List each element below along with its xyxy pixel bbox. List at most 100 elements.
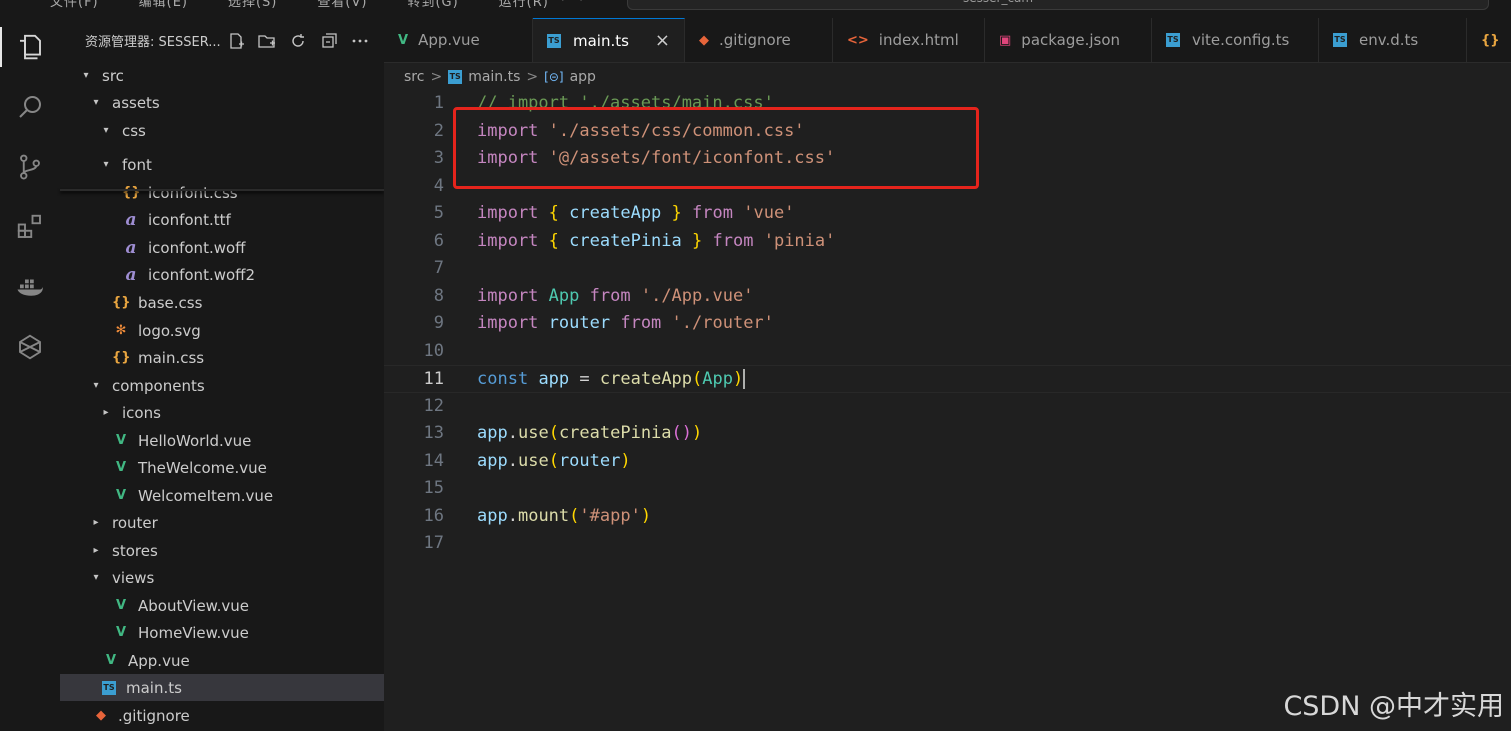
line-number: 11 [423, 369, 444, 389]
tree-item[interactable]: ▾ css [60, 117, 384, 144]
docker-icon[interactable] [0, 263, 60, 311]
chevron-down-icon[interactable]: ▾ [100, 159, 112, 170]
breadcrumb-separator: > [430, 69, 443, 85]
tab-env-d-ts[interactable]: TS env.d.ts [1319, 18, 1467, 62]
code-line[interactable]: 9 import router from './router' [384, 310, 1511, 338]
tree-item[interactable]: ▾ assets [60, 89, 384, 116]
tree-item[interactable]: a iconfont.woff2 [60, 261, 384, 288]
tree-item[interactable]: V HelloWorld.vue [60, 427, 384, 454]
tab-overflow[interactable]: {} [1467, 18, 1511, 62]
editor-tabs: V App.vue TS main.ts × ◆ .gitignore <> index.htm… [384, 18, 1511, 63]
code-line[interactable]: 6 import { createPinia } from 'pinia' [384, 228, 1511, 256]
tree-item[interactable]: ▾ components [60, 372, 384, 399]
tree-item-label: font [122, 155, 152, 174]
tree-item-label: App.vue [128, 651, 190, 670]
tree-item-label: .gitignore [118, 706, 190, 725]
tree-item[interactable]: ▾ views [60, 564, 384, 591]
breadcrumb-file[interactable]: main.ts [468, 69, 520, 85]
close-icon[interactable]: × [655, 30, 670, 51]
code-line[interactable]: 5 import { createApp } from 'vue' [384, 200, 1511, 228]
menu-view[interactable]: 查看(V) [317, 0, 367, 10]
watermark: CSDN @中才实用 [1283, 691, 1504, 722]
tree-item[interactable]: a iconfont.woff [60, 234, 384, 261]
line-number: 9 [433, 313, 444, 333]
nav-arrows[interactable]: ← → [560, 0, 584, 5]
chevron-down-icon[interactable]: ▾ [100, 125, 112, 136]
collapse-icon[interactable] [318, 30, 339, 51]
tab-vite-config-ts[interactable]: TS vite.config.ts [1152, 18, 1319, 62]
extensions-icon[interactable] [0, 203, 60, 251]
tree-item[interactable]: ▸ router [60, 509, 384, 536]
json-file-icon: {} [1481, 32, 1500, 48]
chevron-right-icon[interactable]: ▸ [90, 517, 102, 528]
tree-item[interactable]: a iconfont.ttf [60, 206, 384, 233]
tree-item[interactable]: ▾ src [60, 62, 384, 89]
explorer-icon[interactable] [0, 23, 60, 71]
code-line[interactable]: 13 app.use(createPinia()) [384, 420, 1511, 448]
menu-edit[interactable]: 编辑(E) [139, 0, 188, 10]
tree-item[interactable]: {} base.css [60, 289, 384, 316]
tree-item-label: views [112, 568, 155, 587]
chevron-right-icon[interactable]: ▸ [100, 407, 112, 418]
typescript-file-icon: TS [547, 33, 561, 48]
tree-item[interactable]: ▸ icons [60, 399, 384, 426]
tab-app-vue[interactable]: V App.vue [384, 18, 533, 62]
tree-item[interactable]: ✻ logo.svg [60, 317, 384, 344]
chevron-down-icon[interactable]: ▾ [90, 97, 102, 108]
code-line[interactable]: 16 app.mount('#app') [384, 503, 1511, 531]
code-line[interactable]: 15 [384, 475, 1511, 503]
chevron-right-icon[interactable]: ▸ [90, 545, 102, 556]
tree-item[interactable]: V App.vue [60, 647, 384, 674]
refresh-icon[interactable] [287, 30, 308, 51]
code-line[interactable]: 12 [384, 393, 1511, 421]
tab-package-json[interactable]: ▣ package.json [985, 18, 1152, 62]
tab-main-ts[interactable]: TS main.ts × [533, 18, 685, 62]
tree-item-label: logo.svg [138, 321, 201, 340]
menu-file[interactable]: 文件(F) [50, 0, 99, 10]
breadcrumb-src[interactable]: src [404, 69, 424, 85]
menu-bar[interactable]: 文件(F) 编辑(E) 选择(S) 查看(V) 转到(G) 运行(R) [50, 0, 589, 10]
tree-item[interactable]: ◆ .gitignore [60, 702, 384, 729]
breadcrumb-symbol[interactable]: app [570, 69, 596, 85]
tree-item-label: TheWelcome.vue [138, 458, 267, 477]
new-folder-icon[interactable] [256, 30, 277, 51]
code-line[interactable]: 11 const app = createApp(App) [384, 365, 1511, 393]
tree-item[interactable]: V HomeView.vue [60, 619, 384, 646]
code-line[interactable]: 7 [384, 255, 1511, 283]
vue-file-icon: V [115, 598, 127, 613]
chevron-down-icon[interactable]: ▾ [90, 380, 102, 391]
menu-run[interactable]: 运行(R) [499, 0, 549, 10]
remote-icon[interactable] [0, 323, 60, 371]
tree-item-label: icons [122, 403, 161, 422]
tree-item[interactable]: V AboutView.vue [60, 592, 384, 619]
source-control-icon[interactable] [0, 143, 60, 191]
menu-selection[interactable]: 选择(S) [228, 0, 277, 10]
command-center[interactable]: sesser_cam [627, 0, 1489, 10]
line-number: 10 [423, 340, 444, 361]
code-line[interactable]: 17 [384, 530, 1511, 558]
tree-item-label: iconfont.ttf [148, 210, 231, 229]
tree-item[interactable]: {} main.css [60, 344, 384, 371]
tab-index-html[interactable]: <> index.html [833, 18, 985, 62]
tree-item[interactable]: ▾ font [60, 151, 384, 178]
typescript-file-icon: TS [102, 680, 116, 695]
code-line[interactable]: 10 [384, 338, 1511, 366]
code-line[interactable]: 8 import App from './App.vue' [384, 283, 1511, 311]
tree-item[interactable]: V WelcomeItem.vue [60, 482, 384, 509]
search-icon[interactable] [0, 83, 60, 131]
chevron-down-icon[interactable]: ▾ [90, 572, 102, 583]
tree-item[interactable]: {} iconfont.css [60, 179, 384, 206]
tab--gitignore[interactable]: ◆ .gitignore [685, 18, 833, 62]
tree-item[interactable]: ▸ stores [60, 537, 384, 564]
menu-go[interactable]: 转到(G) [407, 0, 458, 10]
chevron-down-icon[interactable]: ▾ [80, 70, 92, 81]
tree-item-label: WelcomeItem.vue [138, 486, 274, 505]
tree-item[interactable]: TS main.ts [60, 674, 384, 701]
tree-item[interactable]: V TheWelcome.vue [60, 454, 384, 481]
tab-label: vite.config.ts [1192, 31, 1290, 49]
new-file-icon[interactable] [225, 30, 246, 51]
more-icon[interactable] [349, 30, 370, 51]
code-line[interactable]: 14 app.use(router) [384, 448, 1511, 476]
typescript-file-icon: TS [448, 70, 463, 84]
code-text: import { createApp } from 'vue' [477, 203, 795, 223]
